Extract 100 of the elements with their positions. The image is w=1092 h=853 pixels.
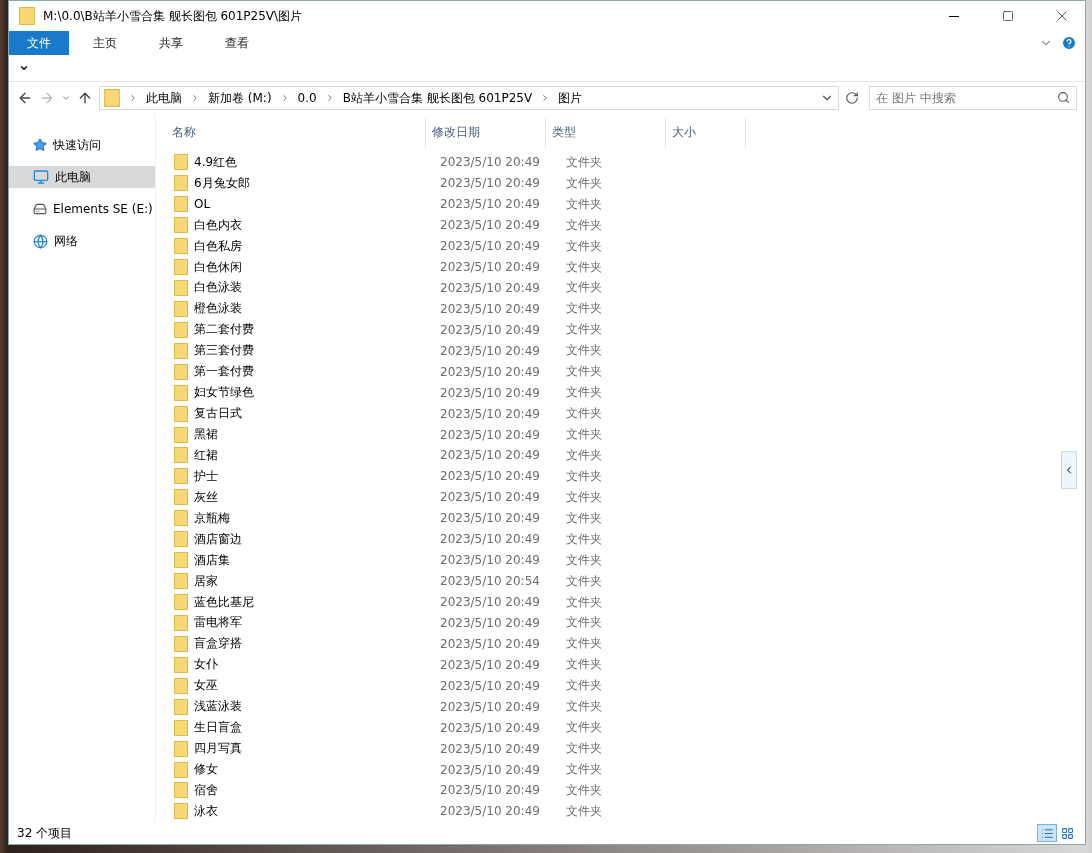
- folder-name[interactable]: 雷电将军: [194, 614, 242, 632]
- folder-name[interactable]: 浅蓝泳装: [194, 698, 242, 716]
- star-icon: [33, 138, 47, 152]
- date-cell-text: 2023/5/10 20:49: [439, 511, 541, 526]
- date-cell-text: 2023/5/10 20:49: [439, 385, 541, 400]
- chevron-down-icon: [19, 63, 29, 73]
- folder-name[interactable]: 四月写真: [194, 740, 242, 758]
- folder-name[interactable]: 黑裙: [194, 426, 218, 444]
- sidebar-label: 快速访问: [53, 136, 101, 154]
- breadcrumb[interactable]: 新加卷 (M:): [208, 89, 272, 107]
- folder-name[interactable]: 白色私房: [194, 237, 242, 255]
- up-button[interactable]: [77, 90, 93, 106]
- folder-name[interactable]: 6月兔女郎: [194, 174, 250, 192]
- sidebar-item[interactable]: 网络: [9, 230, 155, 252]
- folder-icon: [174, 803, 188, 820]
- column-header[interactable]: 修改日期: [426, 117, 546, 148]
- ribbon-tab[interactable]: 文件: [9, 31, 69, 55]
- search-field[interactable]: 在 图片 中搜索: [869, 86, 1077, 110]
- drive-icon: [33, 202, 47, 216]
- folder-icon: [174, 280, 188, 296]
- chevron-down-icon: [61, 93, 71, 103]
- folder-icon: [174, 615, 188, 631]
- type-cell-text: 文件夹: [565, 488, 603, 506]
- folder-name[interactable]: 宿舍: [194, 782, 218, 799]
- column-header[interactable]: 类型: [546, 117, 666, 148]
- breadcrumb[interactable]: 0.0: [297, 91, 317, 105]
- type-cell-text: 文件夹: [565, 572, 603, 590]
- folder-name[interactable]: 蓝色比基尼: [194, 593, 254, 611]
- refresh-button[interactable]: [845, 91, 859, 105]
- folder-name[interactable]: 泳衣: [194, 802, 218, 820]
- date-cell-text: 2023/5/10 20:49: [439, 595, 541, 610]
- folder-icon: [174, 489, 188, 506]
- folder-name[interactable]: 妇女节绿色: [194, 384, 254, 402]
- folder-icon: [174, 594, 188, 611]
- type-cell-text: 文件夹: [565, 656, 603, 674]
- folder-icon: [174, 405, 188, 422]
- sidebar-item[interactable]: 快速访问: [9, 134, 155, 156]
- folder-icon: [174, 300, 188, 317]
- folder-icon: [19, 7, 35, 25]
- folder-icon: [174, 782, 188, 799]
- folder-name[interactable]: 复古日式: [194, 405, 242, 423]
- sidebar-label: 网络: [54, 232, 78, 250]
- folder-icon: [104, 89, 120, 107]
- folder-name[interactable]: 红裙: [194, 447, 218, 464]
- folder-name[interactable]: 第三套付费: [194, 342, 254, 360]
- address-bar[interactable]: 此电脑 新加卷 (M:) 0.0 B站羊小雪合集 舰长图包 601P25V 图片: [99, 86, 839, 110]
- folder-icon: [174, 531, 188, 548]
- folder-name[interactable]: 酒店集: [194, 551, 230, 569]
- folder-name[interactable]: 酒店窗边: [194, 530, 242, 548]
- date-cell-text: 2023/5/10 20:49: [439, 553, 541, 568]
- folder-name[interactable]: 护士: [194, 467, 218, 485]
- back-button[interactable]: [17, 90, 33, 106]
- folder-name[interactable]: 灰丝: [194, 488, 218, 506]
- type-cell-text: 文件夹: [565, 782, 603, 799]
- folder-icon: [174, 510, 188, 527]
- folder-name[interactable]: 白色休闲: [194, 258, 242, 276]
- folder-name[interactable]: 第二套付费: [194, 321, 254, 339]
- folder-name[interactable]: 居家: [194, 572, 218, 590]
- folder-name[interactable]: OL: [194, 197, 211, 212]
- ribbon-tab[interactable]: 共享: [141, 31, 201, 55]
- type-cell-text: 文件夹: [565, 384, 603, 402]
- date-cell-text: 2023/5/10 20:49: [439, 260, 541, 275]
- ribbon-tab[interactable]: 查看: [207, 31, 267, 55]
- quick-access-dropdown[interactable]: [19, 63, 29, 73]
- folder-icon: [174, 154, 188, 171]
- date-cell-text: 2023/5/10 20:49: [439, 532, 541, 547]
- type-cell-text: 文件夹: [565, 279, 603, 297]
- folder-name[interactable]: 京瓶梅: [194, 509, 230, 527]
- recent-dropdown[interactable]: [61, 93, 71, 103]
- sidebar-label: 此电脑: [55, 168, 91, 186]
- date-cell-text: 2023/5/10 20:49: [439, 741, 541, 756]
- item-count: 32 个项目: [17, 824, 74, 842]
- date-cell-text: 2023/5/10 20:54: [439, 574, 541, 589]
- sidebar-item[interactable]: 此电脑: [9, 166, 155, 188]
- ribbon-tab[interactable]: 主页: [75, 31, 135, 55]
- folder-name[interactable]: 4.9红色: [194, 153, 238, 171]
- folder-name[interactable]: 修女: [194, 761, 218, 779]
- date-cell-text: 2023/5/10 20:49: [439, 427, 541, 442]
- breadcrumb[interactable]: 此电脑: [146, 89, 182, 107]
- date-cell-text: 2023/5/10 20:49: [439, 406, 541, 421]
- column-header[interactable]: 名称: [166, 117, 426, 148]
- date-cell-text: 2023/5/10 20:49: [439, 804, 541, 819]
- folder-name[interactable]: 橙色泳装: [194, 300, 242, 318]
- chevron-icon: [190, 93, 200, 103]
- column-header[interactable]: 大小: [666, 117, 746, 148]
- date-cell-text: 2023/5/10 20:49: [439, 678, 541, 693]
- folder-name[interactable]: 生日盲盒: [194, 719, 242, 737]
- date-cell-text: 2023/5/10 20:49: [439, 616, 541, 630]
- folder-name[interactable]: 女仆: [194, 656, 218, 674]
- sidebar-item[interactable]: Elements SE (E:): [9, 198, 155, 220]
- folder-name[interactable]: 第一套付费: [194, 363, 254, 381]
- breadcrumb[interactable]: B站羊小雪合集 舰长图包 601P25V: [342, 89, 533, 107]
- breadcrumb[interactable]: 图片: [558, 89, 583, 107]
- folder-name[interactable]: 白色泳装: [194, 279, 242, 297]
- folder-name[interactable]: 盲盒穿搭: [194, 635, 242, 653]
- type-cell-text: 文件夹: [565, 321, 603, 339]
- folder-name[interactable]: 女巫: [194, 677, 218, 695]
- folder-name[interactable]: 白色内衣: [194, 216, 242, 234]
- details-view-button[interactable]: [1037, 824, 1057, 842]
- folder-icon: [174, 217, 188, 234]
